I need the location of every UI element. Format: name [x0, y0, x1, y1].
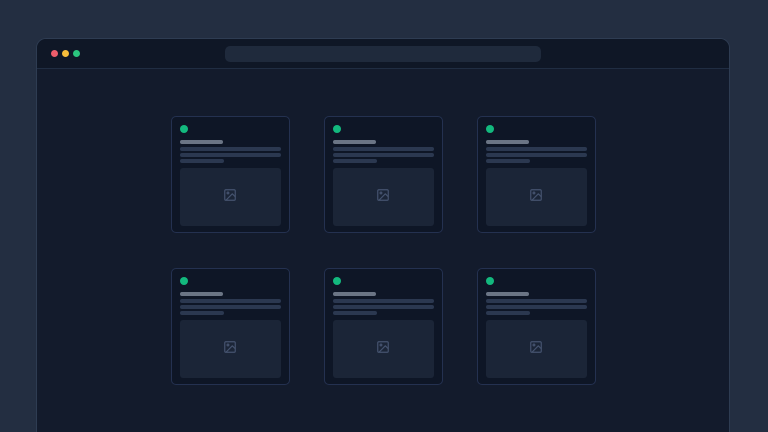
card-6[interactable]	[477, 268, 596, 385]
text-placeholder-bar	[333, 311, 377, 315]
title-placeholder-bar	[486, 140, 529, 144]
card-2[interactable]	[324, 116, 443, 233]
text-placeholder-bar	[333, 305, 434, 309]
card-4[interactable]	[171, 268, 290, 385]
thumbnail-placeholder	[333, 320, 434, 378]
text-placeholder-bar	[486, 305, 587, 309]
text-placeholder-bar	[180, 299, 281, 303]
thumbnail-placeholder	[486, 320, 587, 378]
thumbnail-placeholder	[180, 320, 281, 378]
card-5[interactable]	[324, 268, 443, 385]
window-titlebar	[37, 39, 729, 69]
status-dot	[180, 125, 188, 133]
status-dot	[333, 125, 341, 133]
status-dot	[333, 277, 341, 285]
zoom-window-button[interactable]	[73, 50, 80, 57]
traffic-lights	[51, 50, 80, 57]
text-placeholder-bar	[180, 305, 281, 309]
status-dot	[486, 125, 494, 133]
card-grid	[171, 116, 596, 385]
status-dot	[180, 277, 188, 285]
text-placeholder-bar	[486, 299, 587, 303]
text-placeholder-bar	[486, 159, 530, 163]
title-placeholder-bar	[333, 140, 376, 144]
text-placeholder-bar	[333, 159, 377, 163]
thumbnail-placeholder	[180, 168, 281, 226]
text-placeholder-bar	[333, 299, 434, 303]
title-placeholder-bar	[180, 292, 223, 296]
image-placeholder-icon	[376, 188, 390, 207]
title-placeholder-bar	[486, 292, 529, 296]
image-placeholder-icon	[223, 188, 237, 207]
card-3[interactable]	[477, 116, 596, 233]
minimize-window-button[interactable]	[62, 50, 69, 57]
text-placeholder-bar	[180, 147, 281, 151]
text-placeholder-bar	[486, 153, 587, 157]
window-content	[37, 69, 729, 385]
text-placeholder-bar	[333, 147, 434, 151]
text-placeholder-bar	[180, 311, 224, 315]
text-placeholder-bar	[486, 311, 530, 315]
card-1[interactable]	[171, 116, 290, 233]
image-placeholder-icon	[376, 340, 390, 359]
title-placeholder-bar	[333, 292, 376, 296]
close-window-button[interactable]	[51, 50, 58, 57]
image-placeholder-icon	[529, 340, 543, 359]
title-placeholder-bar	[180, 140, 223, 144]
text-placeholder-bar	[180, 159, 224, 163]
address-bar-input[interactable]	[225, 46, 541, 62]
text-placeholder-bar	[180, 153, 281, 157]
thumbnail-placeholder	[486, 168, 587, 226]
text-placeholder-bar	[333, 153, 434, 157]
image-placeholder-icon	[529, 188, 543, 207]
status-dot	[486, 277, 494, 285]
text-placeholder-bar	[486, 147, 587, 151]
browser-window	[36, 38, 730, 432]
image-placeholder-icon	[223, 340, 237, 359]
thumbnail-placeholder	[333, 168, 434, 226]
